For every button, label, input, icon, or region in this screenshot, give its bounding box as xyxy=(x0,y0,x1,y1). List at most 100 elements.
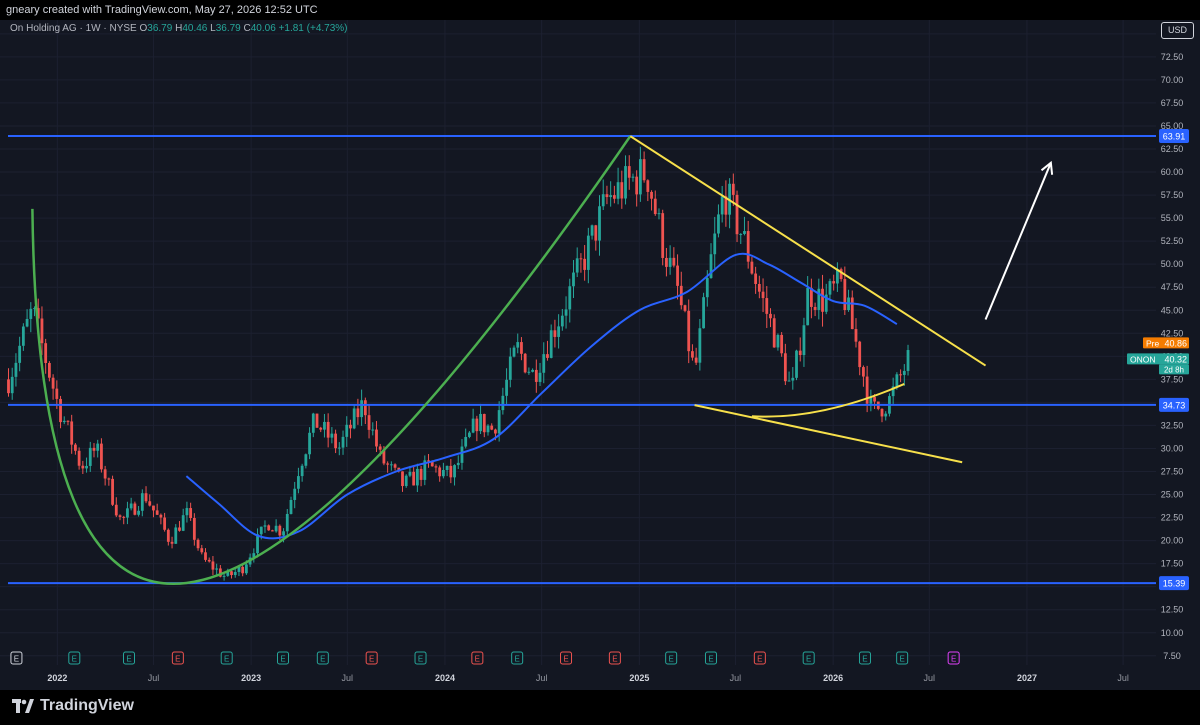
candle-body xyxy=(118,515,122,517)
candle-body xyxy=(282,531,285,536)
candle-body xyxy=(129,503,133,509)
candle-body xyxy=(575,258,579,273)
time-tick-label: 2027 xyxy=(1017,673,1037,683)
candle-body xyxy=(828,281,832,295)
candle-body xyxy=(256,534,259,554)
candle-body xyxy=(297,476,300,489)
candle-body xyxy=(456,462,460,466)
time-tick-label: 2024 xyxy=(435,673,455,683)
candle-body xyxy=(389,464,393,466)
currency-button[interactable]: USD xyxy=(1161,22,1194,39)
time-tick-label: Jul xyxy=(148,673,160,683)
candle-body xyxy=(181,515,185,531)
candle-body xyxy=(884,413,888,417)
candle-body xyxy=(624,166,627,199)
change-value: +1.81 (+4.73%) xyxy=(278,23,348,34)
earnings-event-label: E xyxy=(899,655,904,664)
candle-body xyxy=(560,315,564,327)
price-tick-label: 60.00 xyxy=(1161,167,1184,177)
candle-body xyxy=(404,475,408,487)
candle-body xyxy=(620,182,624,199)
candle-body xyxy=(787,380,791,382)
candle-body xyxy=(241,566,245,574)
candle-body xyxy=(189,508,193,518)
earnings-event-label: E xyxy=(175,655,180,664)
candle-body xyxy=(21,326,25,346)
candle-body xyxy=(854,329,858,342)
candle-body xyxy=(665,257,668,267)
price-tick-label: 17.50 xyxy=(1161,559,1184,569)
price-tick-label: 27.50 xyxy=(1161,467,1184,477)
candle-body xyxy=(821,288,824,312)
candle-body xyxy=(691,351,694,358)
price-tick-label: 30.00 xyxy=(1161,443,1184,453)
candle-body xyxy=(204,552,207,560)
candle-body xyxy=(360,400,364,418)
attribution-text: gneary created with TradingView.com, May… xyxy=(6,4,318,16)
earnings-event-label: E xyxy=(126,655,131,664)
time-tick-label: Jul xyxy=(1117,673,1129,683)
candle-body xyxy=(415,468,419,486)
candle-body xyxy=(743,231,746,234)
candle-body xyxy=(215,568,219,570)
candle-body xyxy=(531,369,534,372)
candle-body xyxy=(293,488,297,500)
candle-body xyxy=(88,447,92,466)
price-tick-label: 62.50 xyxy=(1161,144,1184,154)
price-tick-label: 70.00 xyxy=(1161,75,1184,85)
tradingview-logo[interactable]: TradingView xyxy=(12,697,134,715)
candle-body xyxy=(906,350,910,371)
candle-body xyxy=(631,176,635,178)
candle-body xyxy=(222,575,226,577)
candle-body xyxy=(103,469,107,479)
earnings-event-label: E xyxy=(951,655,956,664)
candle-body xyxy=(438,467,442,477)
candle-body xyxy=(100,443,103,470)
candle-body xyxy=(862,367,865,377)
candle-body xyxy=(96,443,100,451)
candle-body xyxy=(479,413,482,432)
price-tick-label: 10.00 xyxy=(1161,628,1184,638)
candle-body xyxy=(29,308,33,319)
candle-body xyxy=(367,415,371,430)
price-tick-label: 57.50 xyxy=(1161,190,1184,200)
earnings-event-label: E xyxy=(72,655,77,664)
tradingview-logo-icon xyxy=(12,699,34,713)
level-price-label: 15.39 xyxy=(1163,579,1186,589)
candle-body xyxy=(137,510,140,515)
candle-body xyxy=(609,195,613,198)
candle-body xyxy=(233,571,237,576)
candle-body xyxy=(746,231,750,262)
candle-body xyxy=(311,413,315,433)
candle-body xyxy=(163,517,167,530)
price-tick-label: 45.00 xyxy=(1161,305,1184,315)
candle-body xyxy=(412,471,416,486)
candle-body xyxy=(668,257,672,267)
earnings-event-label: E xyxy=(369,655,374,664)
candle-body xyxy=(207,559,211,562)
chart-background xyxy=(0,20,1200,690)
candle-body xyxy=(598,206,601,241)
candle-body xyxy=(638,159,642,195)
candle-body xyxy=(319,427,323,430)
candle-body xyxy=(230,571,233,576)
candle-body xyxy=(152,505,155,511)
candle-body xyxy=(334,433,337,449)
price-tick-label: 72.50 xyxy=(1161,52,1184,62)
price-tick-label: 50.00 xyxy=(1161,259,1184,269)
price-chart[interactable]: EEEEEEEEEEEEEEEEEEEE 75.0072.5070.0067.5… xyxy=(0,20,1200,690)
candle-body xyxy=(765,298,769,314)
candle-body xyxy=(371,429,375,431)
candle-body xyxy=(538,372,542,382)
candle-body xyxy=(174,527,178,544)
candle-body xyxy=(66,420,70,422)
candle-body xyxy=(494,429,497,434)
candle-body xyxy=(713,233,717,255)
candle-body xyxy=(676,265,679,286)
candle-body xyxy=(880,408,884,417)
candle-body xyxy=(657,213,661,215)
candle-body xyxy=(482,413,486,433)
candle-body xyxy=(375,429,378,447)
candle-body xyxy=(512,347,516,357)
candle-body xyxy=(783,353,787,382)
